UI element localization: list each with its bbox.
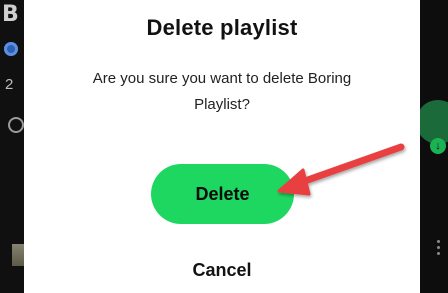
delete-button[interactable]: Delete xyxy=(151,164,294,224)
dialog-title: Delete playlist xyxy=(146,15,298,40)
background-left-content: B 2 xyxy=(0,0,24,293)
avatar-icon xyxy=(4,42,18,56)
background-count: 2 xyxy=(5,76,14,93)
play-button-background xyxy=(416,100,448,144)
app-screen: B 2 ↓ Delete playlist Are you sure you w… xyxy=(0,0,448,293)
download-icon: ↓ xyxy=(430,138,446,154)
ring-icon xyxy=(8,117,24,133)
background-right-content: ↓ xyxy=(416,0,448,293)
delete-playlist-dialog: Delete playlist Are you sure you want to… xyxy=(24,0,420,293)
dialog-message: Are you sure you want to delete Boring P… xyxy=(92,70,352,113)
background-header-glyph: B xyxy=(2,2,19,27)
more-vertical-icon xyxy=(437,240,440,243)
background-thumbnail xyxy=(12,244,24,266)
cancel-button[interactable]: Cancel xyxy=(144,255,300,285)
